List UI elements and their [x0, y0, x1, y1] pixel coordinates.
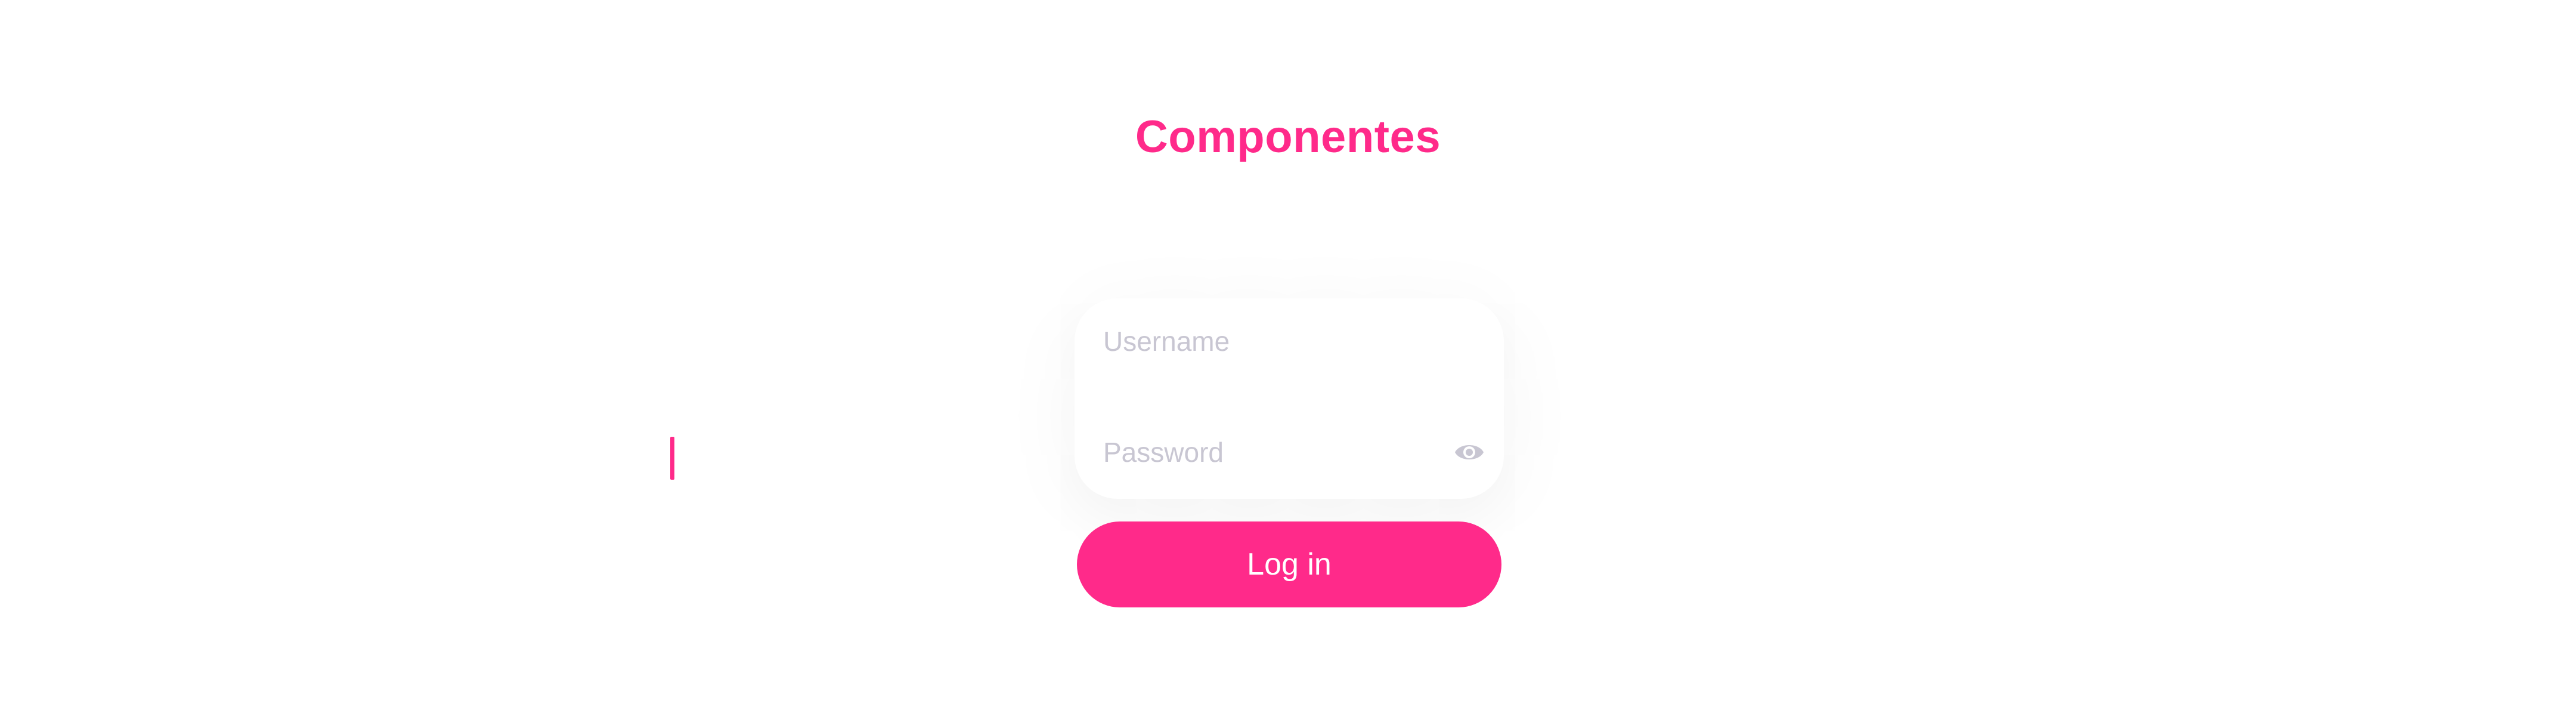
password-field: [1075, 409, 1504, 495]
login-button[interactable]: Log in: [1077, 521, 1501, 607]
password-input[interactable]: [1103, 409, 1437, 495]
page: Componentes Log in: [0, 0, 2576, 716]
page-title: Componentes: [1135, 112, 1441, 162]
login-form: Log in: [1075, 298, 1504, 609]
username-input[interactable]: [1103, 298, 1437, 384]
eye-icon[interactable]: [1454, 439, 1485, 465]
username-field: [1075, 298, 1504, 384]
text-cursor-indicator: [670, 437, 674, 480]
